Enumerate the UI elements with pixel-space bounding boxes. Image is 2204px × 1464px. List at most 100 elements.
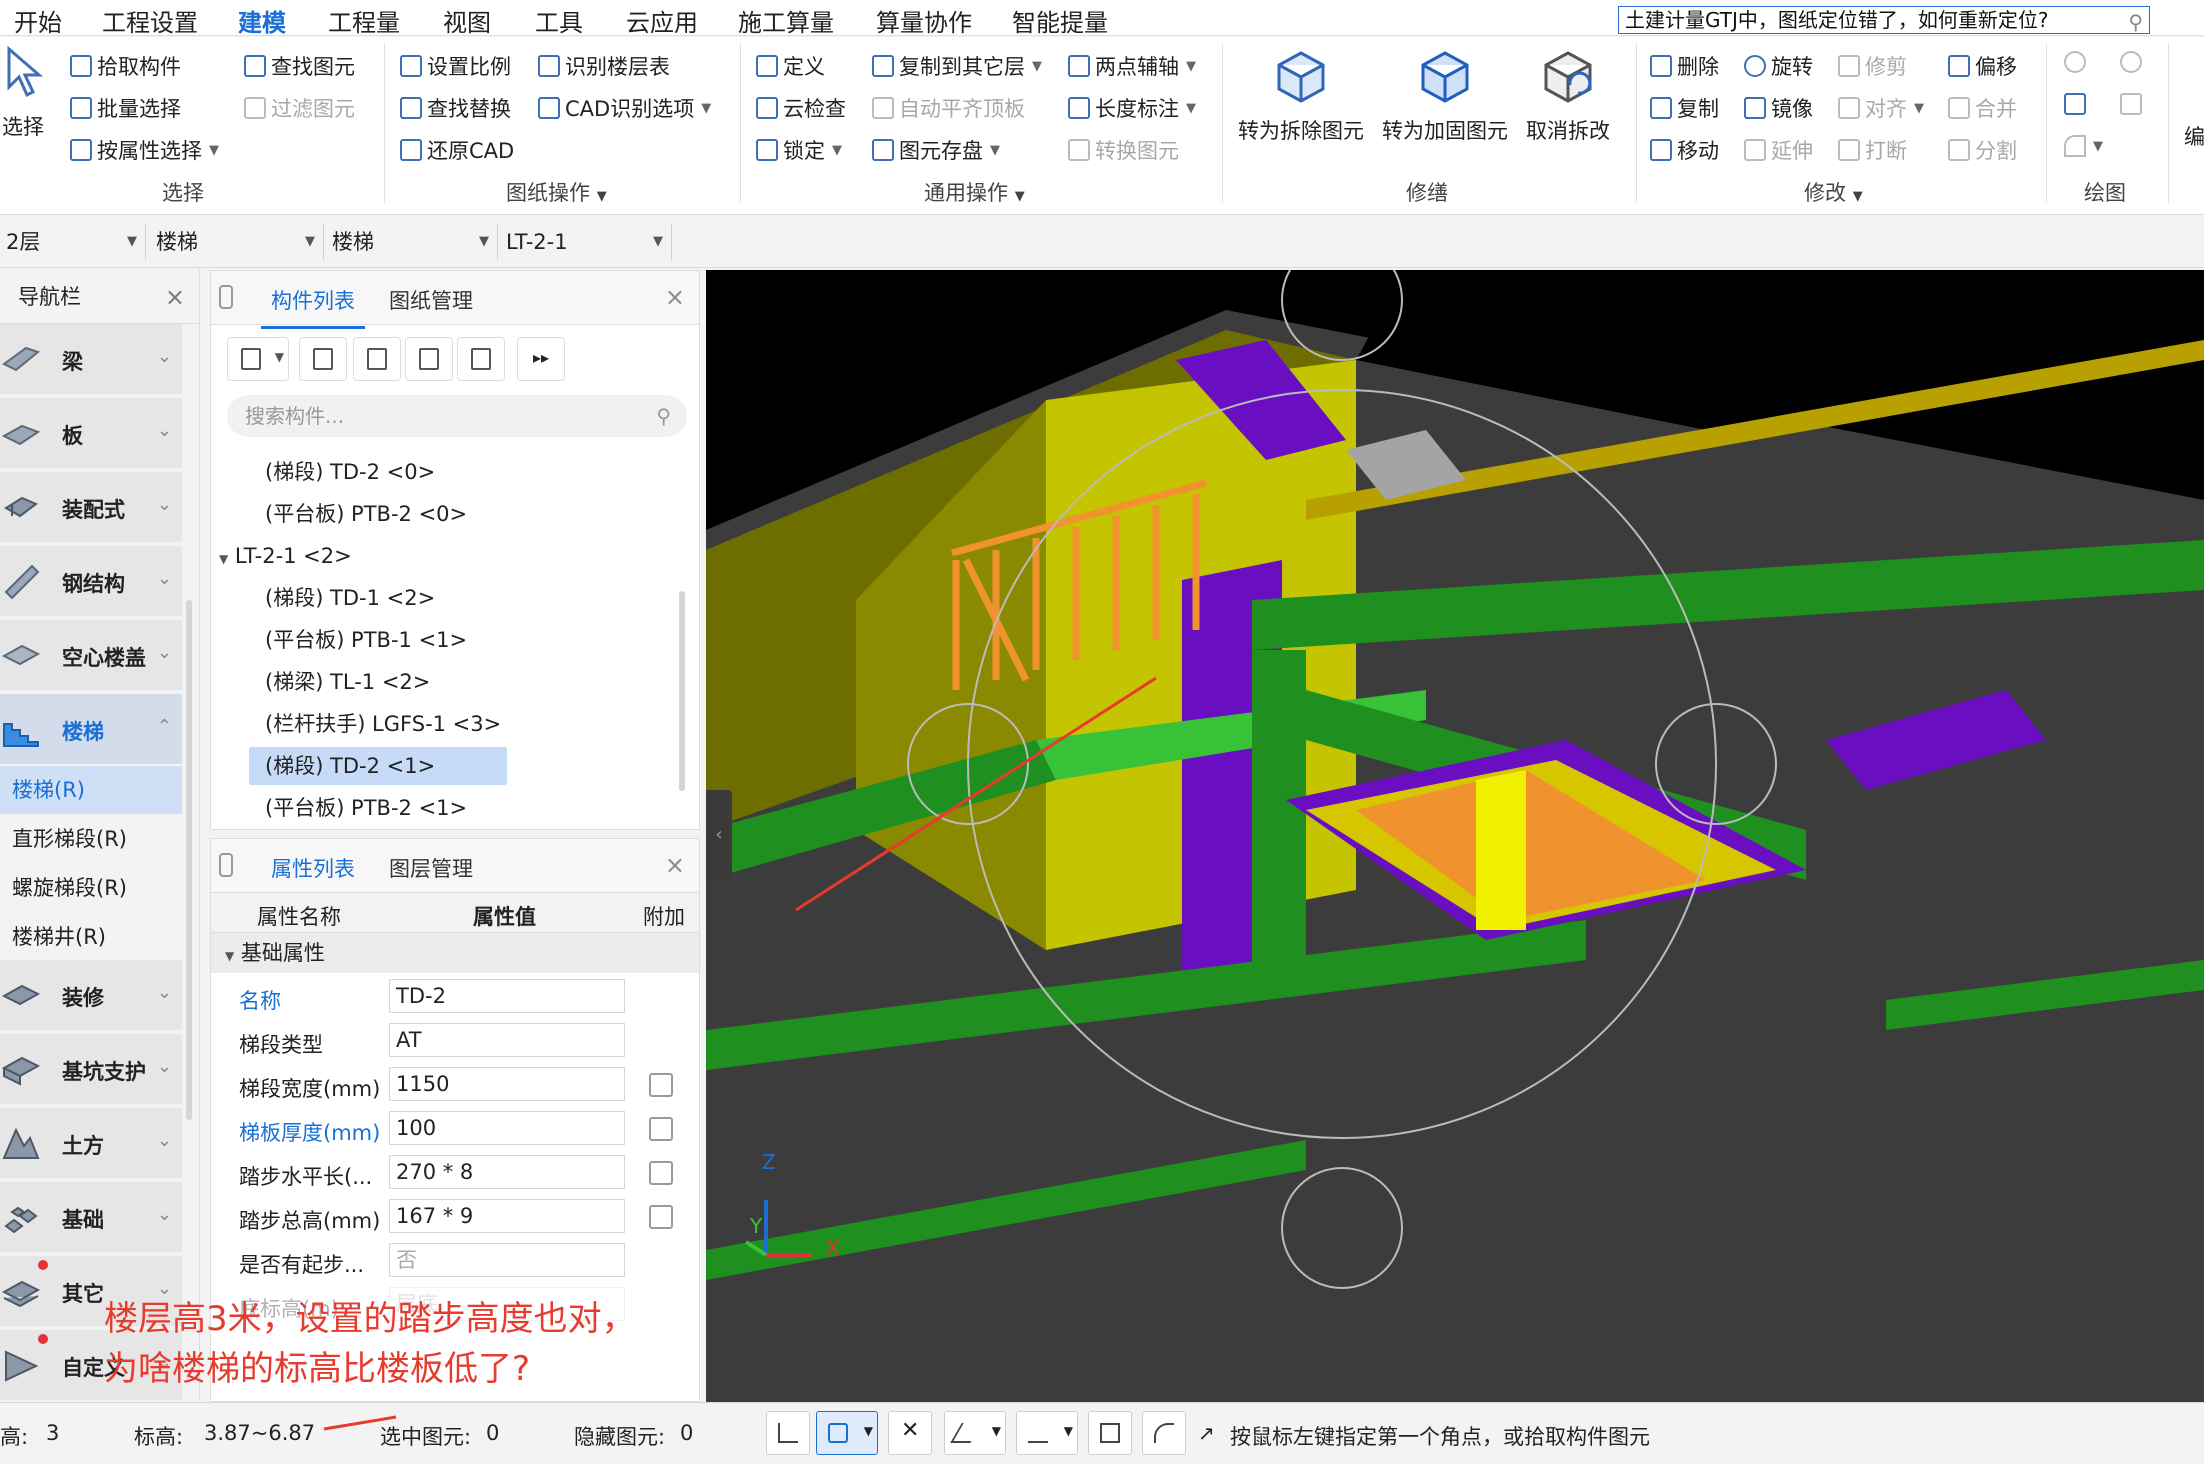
move-button[interactable]: 移动: [1650, 135, 1719, 165]
cancel-repair-button[interactable]: 取消拆改: [1526, 49, 1610, 145]
display-toggle-button[interactable]: [1088, 1411, 1132, 1455]
attach-checkbox[interactable]: [649, 1117, 673, 1141]
arc-snap-button[interactable]: [1142, 1411, 1186, 1455]
component-scrollbar[interactable]: [679, 591, 685, 791]
tab-layer-management[interactable]: 图层管理: [389, 853, 473, 883]
copy-to-floor-button[interactable]: 复制到其它层 ▼: [872, 51, 1042, 81]
component-library-button[interactable]: [457, 337, 505, 381]
select-by-attribute-button[interactable]: 按属性选择 ▼: [70, 135, 219, 165]
delete-button[interactable]: 删除: [1650, 51, 1719, 81]
batch-select-button[interactable]: 批量选择: [70, 93, 181, 123]
property-group-basic[interactable]: ▼ 基础属性: [211, 933, 699, 973]
tree-item[interactable]: (梯段) TD-1 <2>: [265, 579, 565, 617]
nav-item-beam[interactable]: 梁 ⌄: [0, 324, 182, 396]
property-value-slab-thickness[interactable]: 100: [389, 1111, 625, 1145]
menu-project-settings[interactable]: 工程设置: [102, 3, 198, 38]
new-component-button[interactable]: ▼: [227, 337, 289, 381]
nav-sub-spiral-flight[interactable]: 螺旋梯段(R): [0, 864, 182, 912]
property-value-step-length[interactable]: 270 * 8: [389, 1155, 625, 1189]
find-replace-button[interactable]: 查找替换: [400, 93, 511, 123]
copy-button[interactable]: 复制: [1650, 93, 1719, 123]
tab-component-list[interactable]: 构件列表: [261, 285, 365, 329]
mirror-button[interactable]: 镜像: [1744, 93, 1813, 123]
nav-item-stairs[interactable]: 楼梯 ⌃: [0, 694, 182, 766]
restore-cad-button[interactable]: 还原CAD: [400, 135, 514, 165]
offset-snap-button[interactable]: ▼: [1016, 1411, 1078, 1455]
draw-point-button[interactable]: [2064, 51, 2086, 73]
pin-icon[interactable]: [219, 285, 233, 309]
tab-property-list[interactable]: 属性列表: [261, 853, 365, 897]
define-button[interactable]: 定义: [756, 51, 825, 81]
tab-drawing-management[interactable]: 图纸管理: [389, 285, 473, 315]
nav-scrollbar[interactable]: [186, 600, 192, 1120]
nav-item-earthwork[interactable]: 土方 ⌄: [0, 1108, 182, 1180]
category-selector[interactable]: 楼梯 ▼: [150, 224, 324, 260]
draw-circle-button[interactable]: [2120, 51, 2142, 73]
draw-rect-button[interactable]: [2120, 93, 2142, 115]
nav-item-steel[interactable]: 钢结构 ⌄: [0, 546, 182, 618]
tree-item[interactable]: (栏杆扶手) LGFS-1 <3>: [265, 705, 565, 743]
extend-button[interactable]: 延伸: [1744, 135, 1813, 165]
menu-modeling[interactable]: 建模: [238, 3, 286, 43]
convert-to-remove-button[interactable]: 转为拆除图元: [1238, 49, 1364, 145]
pin-icon[interactable]: [219, 853, 233, 877]
property-value-start-step[interactable]: 否: [389, 1243, 625, 1277]
nav-sub-stairwell[interactable]: 楼梯井(R): [0, 913, 182, 961]
chevron-down-icon[interactable]: ▼: [219, 552, 228, 566]
menu-view[interactable]: 视图: [443, 3, 491, 38]
menu-quantities[interactable]: 工程量: [328, 3, 400, 38]
nav-item-pit-support[interactable]: 基坑支护 ⌄: [0, 1034, 182, 1106]
close-icon[interactable]: ×: [165, 270, 185, 324]
type-selector[interactable]: 楼梯 ▼: [326, 224, 498, 260]
select-button[interactable]: 选择: [0, 45, 46, 141]
store-element-button[interactable]: 图元存盘 ▼: [872, 135, 1000, 165]
cloud-check-button[interactable]: 云检查: [756, 93, 846, 123]
cad-options-button[interactable]: CAD识别选项 ▼: [538, 93, 711, 123]
tree-group-lt-2-1[interactable]: ▼ LT-2-1 <2>: [219, 537, 559, 575]
convert-to-reinforce-button[interactable]: 转为加固图元: [1382, 49, 1508, 145]
length-dimension-button[interactable]: 长度标注 ▼: [1068, 93, 1196, 123]
two-point-axis-button[interactable]: 两点辅轴 ▼: [1068, 51, 1196, 81]
lock-button[interactable]: 锁定 ▼: [756, 135, 842, 165]
menu-cloud[interactable]: 云应用: [626, 3, 698, 38]
tree-item[interactable]: (平台板) PTB-2 <1>: [265, 789, 565, 827]
nav-item-slab[interactable]: 板 ⌄: [0, 398, 182, 470]
property-value-flight-type[interactable]: AT: [389, 1023, 625, 1057]
menu-construction-calc[interactable]: 施工算量: [738, 3, 834, 38]
break-button[interactable]: 打断: [1838, 135, 1907, 165]
nav-item-hollow-floor[interactable]: 空心楼盖 ⌄: [0, 620, 182, 692]
component-search-input[interactable]: 搜索构件... ⚲: [227, 395, 687, 437]
component-selector[interactable]: LT-2-1 ▼: [500, 224, 672, 260]
identify-floor-table-button[interactable]: 识别楼层表: [538, 51, 670, 81]
draw-arc-button[interactable]: ▼: [2064, 135, 2103, 157]
draw-line-button[interactable]: [2064, 93, 2086, 115]
angle-snap-button[interactable]: ▼: [944, 1411, 1006, 1455]
copy-component-button[interactable]: [299, 337, 347, 381]
align-button[interactable]: 对齐 ▼: [1838, 93, 1924, 123]
auto-flush-button[interactable]: 自动平齐顶板: [872, 93, 1025, 123]
collapse-panel-button[interactable]: ‹: [706, 790, 732, 880]
nav-sub-straight-flight[interactable]: 直形梯段(R): [0, 815, 182, 863]
attach-checkbox[interactable]: [649, 1205, 673, 1229]
set-scale-button[interactable]: 设置比例: [400, 51, 511, 81]
property-value-flight-width[interactable]: 1150: [389, 1067, 625, 1101]
attach-checkbox[interactable]: [649, 1161, 673, 1185]
offset-button[interactable]: 偏移: [1948, 51, 2017, 81]
close-icon[interactable]: ×: [665, 851, 685, 879]
search-icon[interactable]: ⚲: [2128, 9, 2143, 35]
trim-button[interactable]: 修剪: [1838, 51, 1907, 81]
ortho-toggle-button[interactable]: [766, 1411, 810, 1455]
tree-item-selected[interactable]: (梯段) TD-2 <1>: [249, 747, 507, 785]
snap-toggle-button[interactable]: ▼: [816, 1411, 878, 1455]
pick-component-button[interactable]: 拾取构件: [70, 51, 181, 81]
property-value-name[interactable]: TD-2: [389, 979, 625, 1013]
find-element-button[interactable]: 查找图元: [244, 51, 355, 81]
property-value-step-height[interactable]: 167 * 9: [389, 1199, 625, 1233]
help-search-input[interactable]: 土建计量GTJ中，图纸定位错了，如何重新定位? ⚲: [1618, 6, 2150, 34]
cross-select-button[interactable]: ✕: [888, 1411, 932, 1455]
group-label-modify[interactable]: 修改 ▼: [1804, 177, 1863, 207]
rotate-button[interactable]: 旋转: [1744, 51, 1813, 81]
merge-button[interactable]: 合并: [1948, 93, 2017, 123]
nav-item-foundation[interactable]: 基础 ⌄: [0, 1182, 182, 1254]
group-label-common[interactable]: 通用操作 ▼: [924, 177, 1025, 207]
